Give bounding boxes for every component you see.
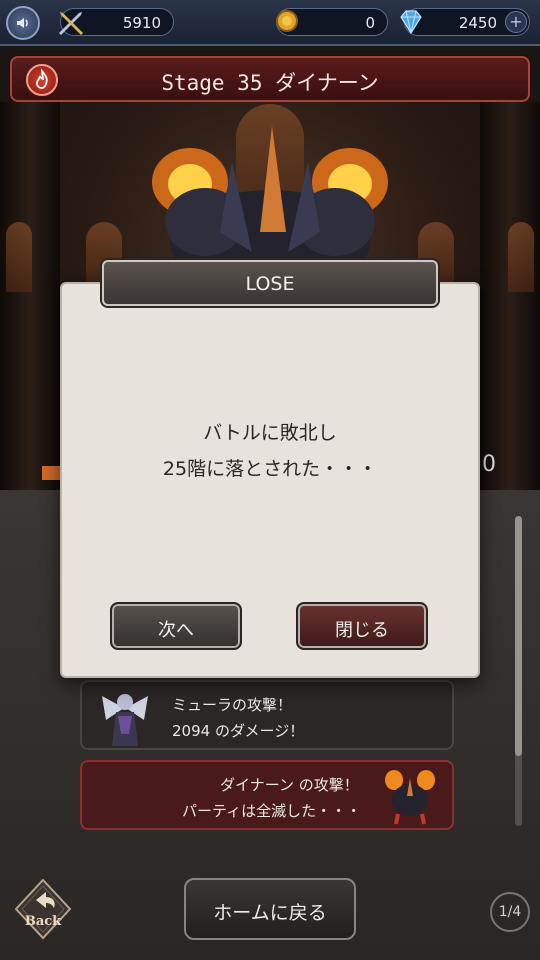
log-entry-line1: ミューラの攻撃！ xyxy=(172,696,293,714)
return-home-label: ホームに戻る xyxy=(213,902,327,924)
sound-toggle-button[interactable] xyxy=(6,6,40,40)
close-button-label: 閉じる xyxy=(335,620,389,641)
page-indicator[interactable]: 1/4 xyxy=(490,892,530,932)
scene-pillar-left xyxy=(0,102,60,492)
add-gems-button[interactable]: + xyxy=(505,11,527,33)
dialog-message-line2: 25階に落とされた・・・ xyxy=(162,458,378,480)
next-button[interactable]: 次へ xyxy=(110,602,242,650)
speaker-icon xyxy=(17,18,28,28)
coin-icon xyxy=(276,10,298,32)
back-arrow-icon xyxy=(14,878,72,940)
coin-value: 0 xyxy=(365,14,375,32)
log-entry-line2: 2094 のダメージ！ xyxy=(172,722,305,740)
diamond-icon xyxy=(400,10,422,35)
gem-value: 2450 xyxy=(458,14,497,32)
crossed-swords-icon xyxy=(59,12,83,35)
back-button[interactable]: Back xyxy=(12,878,74,940)
log-entry-line1: ダイナーン の攻撃！ xyxy=(220,776,359,794)
gem-pill: 2450 + xyxy=(400,8,530,36)
attack-power-value: 5910 xyxy=(122,14,161,32)
attack-power-pill: 5910 xyxy=(59,8,174,36)
top-status-bar: 5910 0 2450 + xyxy=(0,0,540,46)
back-button-label: Back xyxy=(24,914,62,929)
log-entry-line2: パーティは全滅した・・・ xyxy=(182,802,362,820)
coin-pill: 0 xyxy=(276,8,388,36)
battle-log-entry: ミューラの攻撃！ 2094 のダメージ！ xyxy=(80,680,454,750)
dialog-message-line1: バトルに敗北し xyxy=(203,422,337,444)
scene-pillar-right xyxy=(480,102,540,492)
dialog-title: LOSE xyxy=(245,273,295,295)
stage-title: Stage 35 ダイナーン xyxy=(161,71,379,95)
battle-log-scroll-thumb[interactable] xyxy=(515,516,522,756)
scene-window xyxy=(6,222,32,292)
ally-monster-portrait xyxy=(102,694,148,746)
enemy-hp-number: 0 xyxy=(482,452,496,477)
dialog-header: LOSE xyxy=(102,260,438,306)
return-home-button[interactable]: ホームに戻る xyxy=(184,878,356,940)
close-button[interactable]: 閉じる xyxy=(296,602,428,650)
stage-banner: Stage 35 ダイナーン xyxy=(10,56,530,102)
scene-window xyxy=(508,222,534,292)
battle-log-entry: ダイナーン の攻撃！ パーティは全滅した・・・ xyxy=(80,760,454,830)
next-button-label: 次へ xyxy=(158,620,194,641)
enemy-monster-portrait xyxy=(385,770,435,825)
